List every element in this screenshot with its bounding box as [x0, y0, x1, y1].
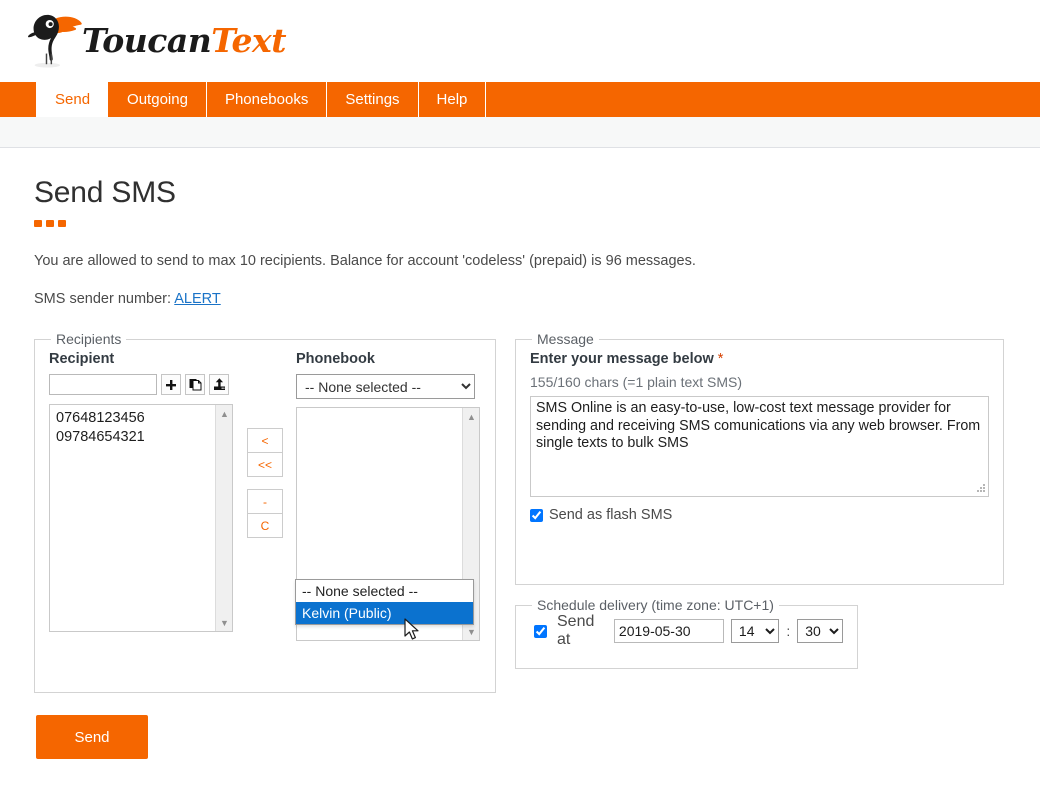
nav-item-outgoing[interactable]: Outgoing	[109, 82, 207, 117]
send-button[interactable]: Send	[36, 715, 148, 759]
paste-recipients-button[interactable]	[185, 374, 205, 395]
nav-item-help-label: Help	[437, 91, 468, 108]
send-at-checkbox[interactable]	[534, 625, 547, 638]
logo-word-toucan: Toucan	[82, 21, 211, 60]
send-at-hour-select[interactable]: 14	[731, 619, 779, 643]
phonebook-label: Phonebook	[296, 351, 481, 367]
copy-icon	[189, 378, 202, 391]
clear-all-button[interactable]: C	[247, 513, 283, 538]
sender-number-link[interactable]: ALERT	[174, 291, 220, 307]
site-header: ToucanText	[0, 0, 1040, 82]
logo-wordmark: ToucanText	[82, 21, 286, 60]
schedule-legend: Schedule delivery (time zone: UTC+1)	[532, 597, 779, 613]
sender-number-line: SMS sender number: ALERT	[34, 291, 1006, 307]
message-column: Message Enter your message below * 155/1…	[515, 331, 1004, 669]
message-textarea-wrap: SMS Online is an easy-to-use, low-cost t…	[530, 396, 989, 497]
upload-icon	[213, 378, 226, 391]
required-marker: *	[718, 351, 724, 367]
list-item[interactable]: 09784654321	[56, 428, 226, 447]
phonebook-dropdown-popup[interactable]: -- None selected -- Kelvin (Public)	[295, 579, 474, 625]
recipients-legend: Recipients	[51, 331, 126, 347]
recipient-input[interactable]	[49, 374, 157, 395]
nav-item-settings[interactable]: Settings	[327, 82, 418, 117]
logo-word-text: Text	[211, 21, 286, 60]
send-at-label: Send at	[557, 613, 607, 649]
recipients-listbox[interactable]: 07648123456 09784654321 ▲ ▼	[49, 404, 233, 632]
recipients-fieldset: Recipients Recipient	[34, 331, 496, 693]
nav-item-settings-label: Settings	[345, 91, 399, 108]
phonebook-list-items	[297, 408, 479, 416]
recipients-list-items: 07648123456 09784654321	[50, 405, 232, 451]
schedule-fieldset: Schedule delivery (time zone: UTC+1) Sen…	[515, 597, 858, 669]
move-all-button[interactable]: <<	[247, 452, 283, 477]
add-recipient-button[interactable]	[161, 374, 181, 395]
message-legend: Message	[532, 331, 599, 347]
breadcrumb-strip	[0, 117, 1040, 148]
balance-notice: You are allowed to send to max 10 recipi…	[34, 253, 1006, 269]
move-one-button[interactable]: <	[247, 428, 283, 453]
time-separator: :	[786, 623, 790, 639]
page-title: Send SMS	[34, 176, 1006, 210]
flash-sms-checkbox[interactable]	[530, 509, 543, 522]
nav-item-outgoing-label: Outgoing	[127, 91, 188, 108]
nav-item-help[interactable]: Help	[419, 82, 487, 117]
message-label-text: Enter your message below	[530, 351, 714, 367]
send-at-date-input[interactable]	[614, 619, 724, 643]
nav-item-phonebooks[interactable]: Phonebooks	[207, 82, 327, 117]
plus-icon	[165, 379, 177, 391]
title-accent-dots	[34, 220, 1006, 227]
recipient-column: Recipient	[49, 351, 234, 641]
toucan-logo-icon	[26, 9, 88, 71]
flash-sms-row[interactable]: Send as flash SMS	[530, 507, 989, 523]
recipients-scrollbar[interactable]: ▲ ▼	[215, 405, 232, 631]
nav-item-send-label: Send	[55, 91, 90, 108]
scroll-down-icon[interactable]: ▼	[463, 623, 480, 640]
scroll-up-icon[interactable]: ▲	[463, 408, 480, 425]
transfer-buttons-column: < << - C	[234, 351, 296, 641]
message-textarea[interactable]: SMS Online is an easy-to-use, low-cost t…	[530, 396, 989, 497]
recipient-input-row	[49, 374, 234, 395]
schedule-row: Send at 14 : 30	[530, 613, 843, 649]
phonebook-select[interactable]: -- None selected -- Kelvin (Public)	[296, 374, 475, 399]
logo[interactable]: ToucanText	[26, 8, 286, 72]
flash-sms-label: Send as flash SMS	[549, 507, 672, 523]
dropdown-option-none[interactable]: -- None selected --	[296, 580, 473, 602]
message-fieldset: Message Enter your message below * 155/1…	[515, 331, 1004, 585]
remove-one-button[interactable]: -	[247, 489, 283, 514]
scroll-up-icon[interactable]: ▲	[216, 405, 233, 422]
main-navigation: Send Outgoing Phonebooks Settings Help	[0, 82, 1040, 117]
nav-item-send[interactable]: Send	[36, 82, 109, 117]
list-item[interactable]: 07648123456	[56, 409, 226, 428]
message-label: Enter your message below *	[530, 351, 989, 367]
character-counter: 155/160 chars (=1 plain text SMS)	[530, 374, 989, 390]
page-content: Send SMS You are allowed to send to max …	[0, 148, 1040, 759]
nav-item-phonebooks-label: Phonebooks	[225, 91, 308, 108]
send-at-minute-select[interactable]: 30	[797, 619, 843, 643]
dropdown-option-kelvin[interactable]: Kelvin (Public)	[296, 602, 473, 624]
recipient-label: Recipient	[49, 351, 234, 367]
sender-number-label: SMS sender number:	[34, 291, 171, 307]
upload-recipients-button[interactable]	[209, 374, 229, 395]
form-columns: Recipients Recipient	[34, 331, 1006, 693]
scroll-down-icon[interactable]: ▼	[216, 614, 233, 631]
